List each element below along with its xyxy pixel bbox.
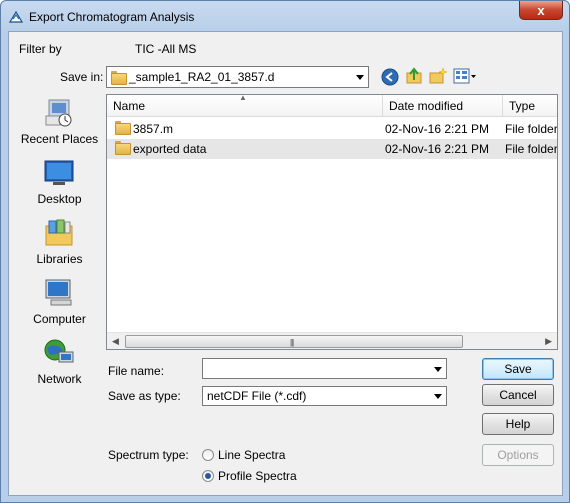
filter-label: Filter by (19, 42, 62, 56)
column-date-label: Date modified (389, 99, 464, 113)
file-date-cell: 02-Nov-16 2:21 PM (385, 142, 490, 156)
file-name-cell: exported data (133, 142, 207, 156)
place-label: Recent Places (20, 132, 99, 146)
options-button-label: Options (497, 448, 539, 462)
app-icon (8, 10, 24, 23)
place-label: Desktop (37, 192, 82, 206)
place-label: Computer (33, 312, 86, 326)
cancel-button-label: Cancel (499, 388, 537, 402)
place-libraries[interactable]: Libraries (13, 214, 106, 272)
scroll-right-icon[interactable]: ▶ (545, 336, 552, 347)
close-button[interactable]: x (519, 1, 563, 20)
line-spectra-label[interactable]: Line Spectra (218, 448, 285, 462)
place-computer[interactable]: Computer (13, 274, 106, 332)
help-button-label: Help (505, 417, 531, 431)
file-type-cell: File folder (505, 142, 558, 156)
save-in-dropdown[interactable]: _sample1_RA2_01_3857.d (106, 66, 369, 88)
cancel-button[interactable]: Cancel (482, 384, 554, 406)
column-name-label: Name (113, 99, 146, 113)
chevron-down-icon (434, 394, 442, 399)
recent-places-icon (45, 99, 72, 127)
save-button-label: Save (504, 362, 532, 376)
save-button[interactable]: Save (482, 358, 554, 380)
file-type-cell: File folder (505, 122, 558, 136)
column-header-date-modified[interactable]: Date modified (383, 95, 503, 117)
chevron-down-icon (356, 75, 364, 80)
save-as-type-label: Save as type: (108, 389, 181, 403)
grip-icon: ||| (290, 338, 294, 347)
file-name-cell: 3857.m (133, 122, 174, 136)
place-label: Network (37, 372, 82, 386)
back-icon[interactable] (381, 68, 399, 86)
save-as-type-dropdown[interactable]: netCDF File (*.cdf) (202, 386, 447, 406)
dialog-window: Export Chromatogram Analysis x Filter by… (0, 0, 570, 503)
scroll-left-icon[interactable]: ◀ (112, 336, 119, 347)
file-date-cell: 02-Nov-16 2:21 PM (385, 122, 490, 136)
file-name-label: File name: (108, 364, 165, 378)
network-icon (44, 339, 74, 363)
places-bar: Recent Places Desktop Libraries Computer… (13, 94, 106, 394)
spectrum-type-label: Spectrum type: (108, 448, 189, 462)
title-bar[interactable]: Export Chromatogram Analysis x (1, 1, 569, 31)
file-row[interactable]: 3857.m 02-Nov-16 2:21 PM File folder (107, 119, 558, 139)
dialog-body: Filter by TIC -All MS Save in: _sample1_… (8, 31, 563, 496)
place-recent-places[interactable]: Recent Places (13, 94, 106, 152)
column-header-name[interactable]: Name ▲ (107, 95, 383, 117)
view-menu-icon[interactable] (453, 67, 477, 85)
computer-icon (45, 279, 72, 306)
window-title: Export Chromatogram Analysis (29, 10, 195, 24)
profile-spectra-radio[interactable] (202, 470, 214, 482)
scrollbar-thumb[interactable]: ||| (125, 335, 463, 348)
horizontal-scrollbar[interactable]: ◀ ||| ▶ (107, 332, 557, 349)
options-button[interactable]: Options (482, 444, 554, 466)
filter-value: TIC -All MS (135, 42, 197, 56)
up-folder-icon[interactable] (405, 67, 423, 85)
desktop-icon (44, 160, 74, 185)
close-icon: x (537, 2, 545, 18)
profile-spectra-label[interactable]: Profile Spectra (218, 469, 297, 483)
save-as-type-value: netCDF File (*.cdf) (207, 389, 307, 403)
file-row[interactable]: exported data 02-Nov-16 2:21 PM File fol… (107, 139, 558, 159)
place-desktop[interactable]: Desktop (13, 154, 106, 212)
line-spectra-radio[interactable] (202, 449, 214, 461)
help-button[interactable]: Help (482, 413, 554, 435)
folder-icon (115, 139, 133, 159)
new-folder-icon[interactable] (429, 67, 447, 85)
folder-icon (115, 119, 133, 139)
column-type-label: Type (509, 99, 536, 113)
save-in-label: Save in: (60, 70, 104, 84)
chevron-down-icon[interactable] (434, 366, 442, 372)
file-list[interactable]: Name ▲ Date modified Type 3857.m 02-Nov-… (106, 94, 558, 350)
place-label: Libraries (36, 252, 83, 266)
sort-up-icon: ▲ (239, 94, 247, 102)
file-name-input[interactable] (202, 358, 447, 379)
place-network[interactable]: Network (13, 334, 106, 392)
save-in-value: _sample1_RA2_01_3857.d (129, 70, 275, 84)
column-header-type[interactable]: Type (503, 95, 557, 117)
folder-icon (111, 71, 127, 85)
libraries-icon (45, 219, 73, 246)
